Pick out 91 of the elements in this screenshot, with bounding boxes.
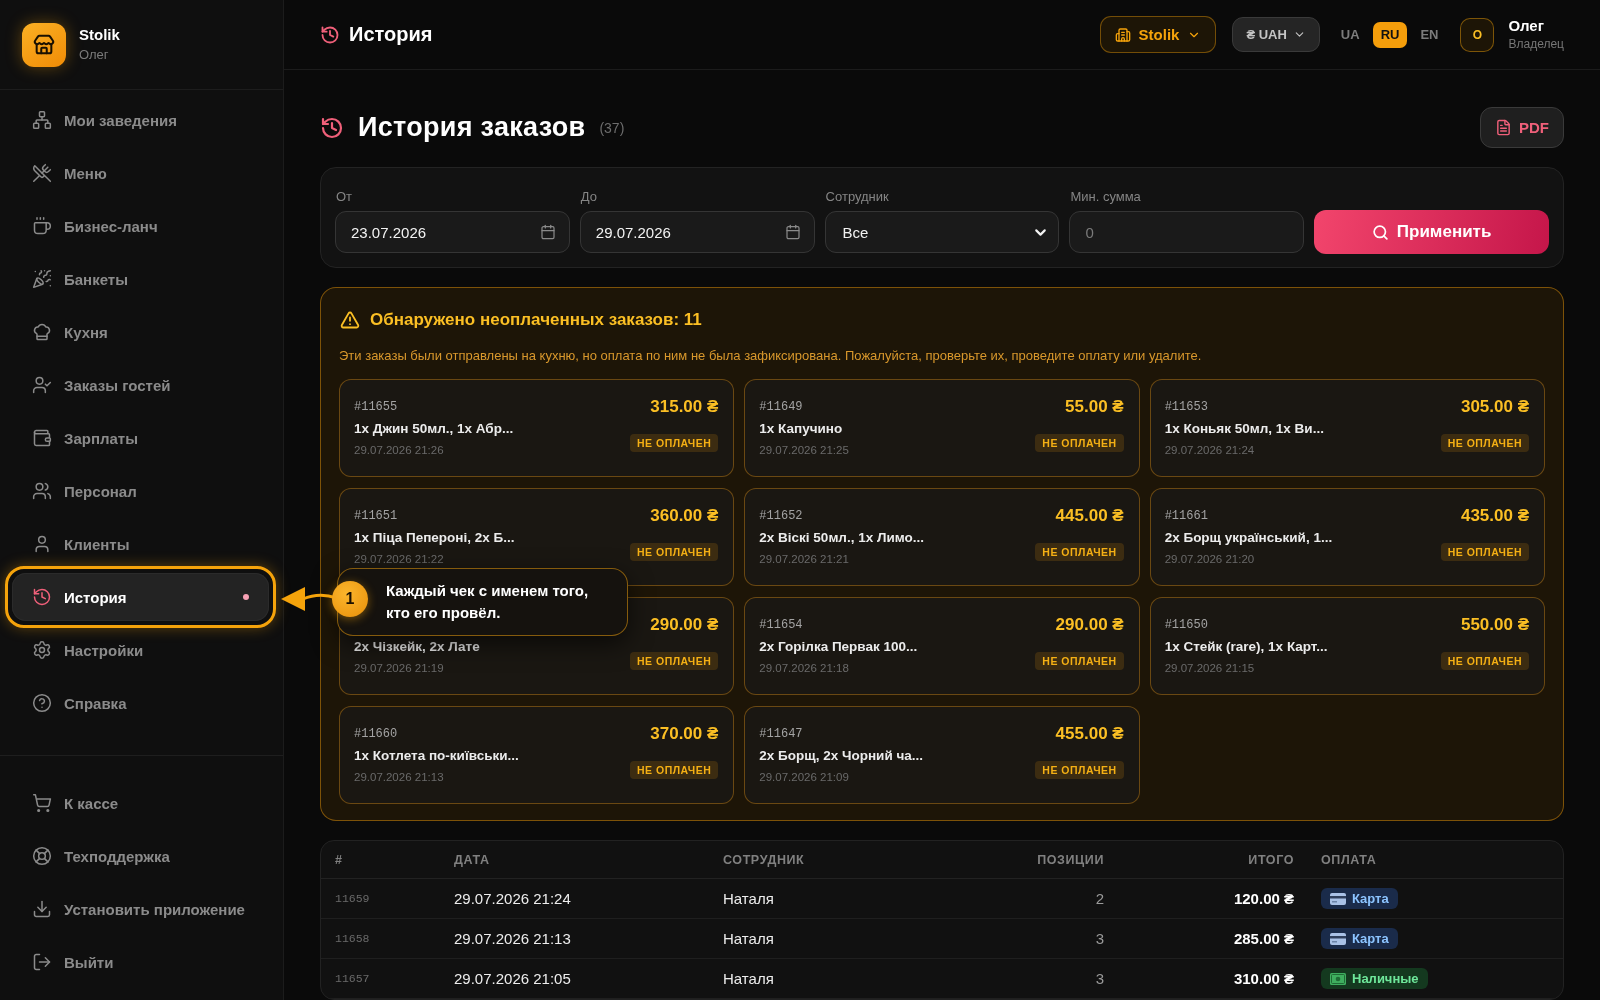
filter-label: От [335,188,354,205]
unpaid-status: НЕ ОПЛАЧЕН [1035,761,1124,779]
order-items: 2x Чізкейк, 2x Лате [354,637,480,656]
column-header: СОТРУДНИК [723,852,806,867]
unpaid-status: НЕ ОПЛАЧЕН [1440,434,1529,452]
order-amount: 445.00 ₴ [1055,506,1124,526]
unpaid-status: НЕ ОПЛАЧЕН [1035,543,1124,561]
order-amount: 55.00 ₴ [1065,397,1124,417]
order-number: #11652 [759,508,804,524]
table-cell-text: 29.07.2026 21:24 [454,890,572,907]
order-time: 29.07.2026 21:18 [759,660,850,675]
order-time: 29.07.2026 21:15 [1164,660,1256,675]
order-items: 1x Котлета по-київськи... [354,746,519,765]
order-time: 29.07.2026 21:09 [759,769,850,784]
payment-label: Карта [1352,931,1389,946]
order-number: #11651 [354,508,399,524]
column-header: ИТОГО [1247,852,1294,867]
order-amount: 290.00 ₴ [650,615,719,635]
table-cell-text: 11659 [335,892,371,905]
table-cell-text: 2 [1094,890,1104,907]
filter-label: Сотрудник [824,188,890,205]
order-amount: 305.00 ₴ [1460,397,1529,417]
payment-label: Наличные [1352,971,1419,986]
column-header: ПОЗИЦИИ [1036,852,1104,867]
brand-subtitle: Олег [79,47,110,63]
order-amount: 435.00 ₴ [1460,506,1529,526]
unpaid-status: НЕ ОПЛАЧЕН [1035,434,1124,452]
unpaid-status: НЕ ОПЛАЧЕН [1440,543,1529,561]
table-cell-text: 11658 [335,932,371,945]
user-role: Владелец [1508,37,1564,52]
brand-name: Stolik [79,26,120,44]
order-time: 29.07.2026 21:21 [759,551,850,566]
column-header: ДАТА [454,852,491,867]
order-amount: 550.00 ₴ [1460,615,1529,635]
order-number: #11647 [759,726,804,742]
order-items: 1x Піца Пепероні, 2x Б... [354,528,515,547]
table-cell-text: 11657 [335,972,371,985]
order-number: #11660 [354,726,399,742]
order-number: #11649 [759,399,804,415]
topbar-title: История [349,23,433,46]
order-items: 2x Борщ, 2x Чорний ча... [759,746,924,765]
table-cell-text: Наталя [723,970,775,987]
column-header: # [335,852,344,867]
order-items: 2x Горілка Первак 100... [759,637,918,656]
order-items: 1x Капучино [759,419,844,438]
unpaid-status: НЕ ОПЛАЧЕН [630,543,719,561]
order-time: 29.07.2026 21:13 [354,769,445,784]
alert-title: Обнаружено неоплаченных заказов: 11 [370,310,702,330]
order-amount: 455.00 ₴ [1055,724,1124,744]
order-items: 1x Джин 50мл., 1x Абр... [354,419,514,438]
filter-label: До [579,188,598,205]
order-items: 2x Віскі 50мл., 1x Лимо... [759,528,925,547]
order-items: 2x Борщ український, 1... [1164,528,1333,547]
user-name: Олег [1508,17,1545,35]
table-cell-text: 310.00 ₴ [1232,970,1294,987]
order-count: (37) [599,119,625,136]
order-number: #11655 [354,399,399,415]
order-time: 29.07.2026 21:19 [354,660,445,675]
order-time: 29.07.2026 21:24 [1164,442,1256,457]
table-cell-text: 3 [1094,930,1104,947]
table-cell-text: Наталя [723,890,775,907]
unpaid-status: НЕ ОПЛАЧЕН [630,761,719,779]
table-cell-text: 29.07.2026 21:05 [454,970,572,987]
unpaid-status: НЕ ОПЛАЧЕН [630,652,719,670]
order-number: #11653 [1164,399,1209,415]
order-items: 1x Коньяк 50мл, 1x Ви... [1164,419,1324,438]
order-number: #11650 [1164,617,1209,633]
unpaid-status: НЕ ОПЛАЧЕН [1440,652,1529,670]
order-time: 29.07.2026 21:25 [759,442,849,457]
order-time: 29.07.2026 21:22 [354,551,445,566]
order-number: #11654 [759,617,804,633]
page-heading: История заказов [358,112,586,143]
order-time: 29.07.2026 21:20 [1164,551,1256,566]
order-items: 1x Стейк (rare), 1x Карт... [1164,637,1328,656]
table-cell-text: 29.07.2026 21:13 [454,930,572,947]
unpaid-status: НЕ ОПЛАЧЕН [1035,652,1124,670]
alert-description: Эти заказы были отправлены на кухню, но оплата по ним не была зафиксирована. Пожалуйста, проверьте их, проведите оплату или удалите. [339,347,1203,365]
order-amount: 315.00 ₴ [650,397,719,417]
filter-label: Мин. сумма [1069,188,1142,205]
table-cell-text: 285.00 ₴ [1232,930,1294,947]
order-time: 29.07.2026 21:26 [354,442,445,457]
table-cell-text: Наталя [723,930,775,947]
table-cell-text: 120.00 ₴ [1232,890,1294,907]
column-header: ОПЛАТА [1320,852,1378,867]
table-cell-text: 3 [1094,970,1104,987]
unpaid-status: НЕ ОПЛАЧЕН [630,434,719,452]
order-amount: 360.00 ₴ [650,506,719,526]
order-number: #11661 [1164,508,1209,524]
order-amount: 370.00 ₴ [650,724,719,744]
order-amount: 290.00 ₴ [1055,615,1124,635]
payment-label: Карта [1352,891,1389,906]
